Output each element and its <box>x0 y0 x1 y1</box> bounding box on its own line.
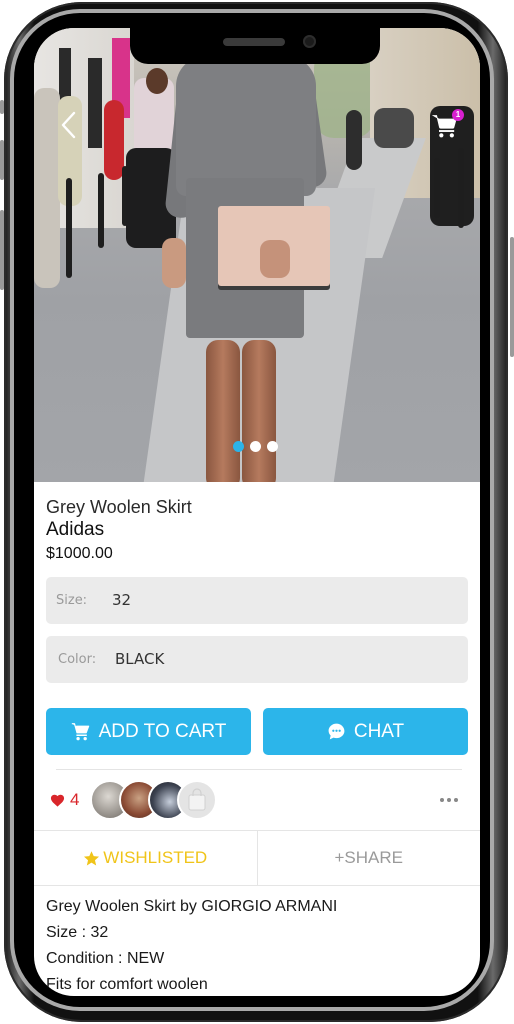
back-button[interactable] <box>58 110 80 140</box>
color-value: BLACK <box>115 650 165 668</box>
color-label: Color: <box>58 652 97 667</box>
photo-model-hand <box>162 238 186 288</box>
phone-notch <box>130 28 380 64</box>
chevron-left-icon <box>61 111 76 139</box>
photo-bollard <box>458 148 464 228</box>
photo-model-leg <box>242 340 276 482</box>
description-line: Fits for comfort woolen <box>46 976 208 993</box>
size-label: Size: <box>56 593 88 608</box>
share-button[interactable]: +SHARE <box>256 831 481 885</box>
product-image-carousel[interactable] <box>34 28 480 482</box>
wishlist-button[interactable]: WISHLISTED <box>34 831 257 885</box>
add-to-cart-button[interactable]: ADD TO CART <box>46 708 251 755</box>
photo-pedestrian <box>104 100 124 180</box>
product-screen: 1 Grey Woolen Skirt Adidas $1000.00 Size… <box>34 28 480 996</box>
carousel-dot-2[interactable] <box>250 441 261 452</box>
wishlist-label: WISHLISTED <box>103 848 208 867</box>
size-value: 32 <box>112 591 132 609</box>
section-divider <box>56 769 462 770</box>
carousel-dot-3[interactable] <box>267 441 278 452</box>
size-selector[interactable]: Size: 32 <box>46 577 468 624</box>
product-name: Grey Woolen Skirt <box>46 497 192 517</box>
shopping-bag-icon <box>188 788 206 811</box>
photo-pedestrian <box>374 108 414 148</box>
photo-bollard <box>66 178 72 278</box>
photo-pedestrian <box>34 88 60 288</box>
photo-bollard <box>98 173 104 248</box>
photo-model-sweater <box>176 56 316 196</box>
more-options-button[interactable] <box>440 796 462 804</box>
chat-button[interactable]: CHAT <box>263 708 468 755</box>
more-dot-icon <box>454 798 458 802</box>
likes-counter[interactable]: 4 <box>50 790 79 810</box>
star-icon <box>84 850 100 865</box>
earpiece-speaker <box>223 38 285 46</box>
add-to-cart-label: ADD TO CART <box>98 720 227 742</box>
power-button <box>510 237 514 357</box>
photo-model-hand <box>260 240 290 278</box>
cart-count-badge: 1 <box>452 109 464 121</box>
description-line: Size : 32 <box>46 924 109 941</box>
description-line: Grey Woolen Skirt by GIORGIO ARMANI <box>46 898 338 915</box>
photo-pedestrian <box>146 68 168 94</box>
photo-bollard <box>434 158 440 218</box>
photo-model-leg <box>206 340 240 482</box>
color-selector[interactable]: Color: BLACK <box>46 636 468 683</box>
share-label: +SHARE <box>334 848 404 867</box>
wishlist-share-bar: WISHLISTED +SHARE <box>34 830 480 886</box>
more-dot-icon <box>447 798 451 802</box>
likes-count: 4 <box>70 790 80 809</box>
product-price: $1000.00 <box>46 545 113 562</box>
heart-icon <box>50 794 65 807</box>
product-info: Grey Woolen Skirt Adidas $1000.00 <box>46 496 192 565</box>
carousel-indicator <box>233 441 278 452</box>
chat-label: CHAT <box>353 720 405 742</box>
more-dot-icon <box>440 798 444 802</box>
chat-bubble-icon <box>328 723 345 740</box>
front-camera <box>303 35 316 48</box>
shop-avatar-placeholder[interactable] <box>177 780 217 820</box>
shopping-cart-icon <box>71 722 89 740</box>
product-description: Grey Woolen Skirt by GIORGIO ARMANI Size… <box>46 894 337 996</box>
carousel-dot-1[interactable] <box>233 441 244 452</box>
description-line: Condition : NEW <box>46 950 165 967</box>
photo-pedestrian <box>346 110 362 170</box>
product-brand: Adidas <box>46 519 105 540</box>
